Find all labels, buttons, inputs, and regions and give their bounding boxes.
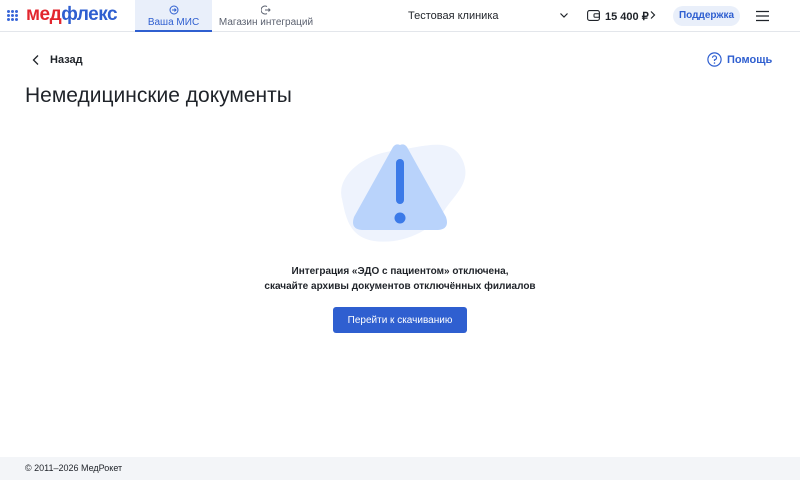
wallet-icon — [587, 10, 600, 21]
tab-integration-store[interactable]: Магазин интеграций — [212, 0, 320, 32]
message-line-2: скачайте архивы документов отключённых ф… — [264, 281, 536, 292]
warning-exclamation-dot — [394, 212, 406, 224]
chevron-down-icon — [560, 13, 568, 18]
page-title: Немедицинские документы — [25, 84, 292, 107]
login-icon — [169, 5, 178, 15]
clinic-selector[interactable]: Тестовая клиника — [396, 8, 571, 24]
tab-your-mis-label: Ваша МИС — [147, 17, 200, 28]
logo-part-flex: флекс — [61, 4, 118, 25]
support-button[interactable]: Поддержка — [673, 6, 740, 26]
back-label: Назад — [50, 54, 83, 66]
clinic-name: Тестовая клиника — [408, 10, 499, 22]
footer-copyright: © 2011–2026 МедРокет — [25, 463, 123, 473]
chevron-right-icon — [650, 11, 656, 19]
tab-your-mis[interactable]: Ваша МИС — [135, 0, 212, 32]
apps-grid-icon[interactable] — [7, 10, 18, 21]
top-bar: медфлекс Ваша МИС Магазин интеграций Тес… — [0, 0, 800, 32]
warning-exclamation-bar — [396, 159, 404, 204]
tab-integration-store-label: Магазин интеграций — [218, 17, 314, 28]
hamburger-menu-icon[interactable] — [756, 10, 769, 22]
logout-icon — [261, 5, 271, 15]
integration-disabled-message: Интеграция «ЭДО с пациентом» отключена, … — [200, 264, 600, 294]
medflex-logo[interactable]: медфлекс — [26, 4, 118, 25]
message-line-1: Интеграция «ЭДО с пациентом» отключена, — [291, 266, 509, 277]
help-label: Помощь — [727, 54, 773, 66]
warning-illustration — [341, 144, 466, 242]
go-to-download-button[interactable]: Перейти к скачиванию — [333, 307, 467, 333]
balance-amount: 15 400 ₽ — [605, 11, 649, 23]
help-question-icon — [707, 52, 722, 67]
footer: © 2011–2026 МедРокет — [0, 457, 800, 480]
chevron-left-icon — [32, 55, 39, 65]
logo-part-med: мед — [26, 4, 62, 25]
